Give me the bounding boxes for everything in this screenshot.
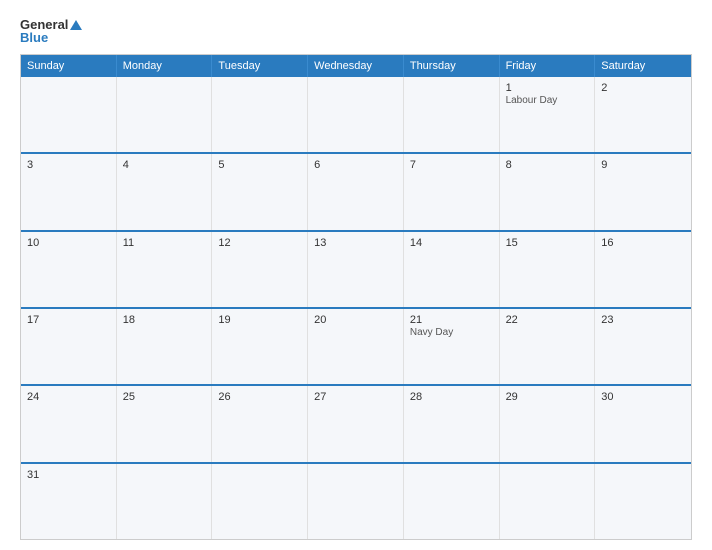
day-cell: 14 xyxy=(404,232,500,307)
day-cell: 17 xyxy=(21,309,117,384)
day-number: 11 xyxy=(123,237,206,249)
day-number: 3 xyxy=(27,159,110,171)
day-number: 31 xyxy=(27,469,110,481)
day-cell: 30 xyxy=(595,386,691,461)
day-number: 24 xyxy=(27,391,110,403)
day-number: 16 xyxy=(601,237,685,249)
logo-blue-text: Blue xyxy=(20,31,82,44)
day-cell: 19 xyxy=(212,309,308,384)
day-header-saturday: Saturday xyxy=(595,55,691,77)
day-number: 8 xyxy=(506,159,589,171)
week-row-1: 3456789 xyxy=(21,152,691,229)
day-cell: 8 xyxy=(500,154,596,229)
day-cell: 27 xyxy=(308,386,404,461)
day-number: 29 xyxy=(506,391,589,403)
day-number: 22 xyxy=(506,314,589,326)
day-cell: 1Labour Day xyxy=(500,77,596,152)
day-number: 23 xyxy=(601,314,685,326)
calendar-page: General Blue SundayMondayTuesdayWednesda… xyxy=(0,0,712,550)
day-cell: 9 xyxy=(595,154,691,229)
day-number: 12 xyxy=(218,237,301,249)
day-event: Labour Day xyxy=(506,95,558,106)
day-cell xyxy=(500,464,596,539)
day-cell: 26 xyxy=(212,386,308,461)
day-header-friday: Friday xyxy=(500,55,596,77)
day-cell: 25 xyxy=(117,386,213,461)
day-number: 13 xyxy=(314,237,397,249)
day-header-tuesday: Tuesday xyxy=(212,55,308,77)
week-row-3: 17 18 19 20 21Navy Day 22 23 xyxy=(21,307,691,384)
day-cell xyxy=(117,464,213,539)
day-cell xyxy=(21,77,117,152)
day-cell: 11 xyxy=(117,232,213,307)
day-cell xyxy=(595,464,691,539)
day-cell: 12 xyxy=(212,232,308,307)
day-number: 14 xyxy=(410,237,493,249)
day-number: 4 xyxy=(123,159,206,171)
day-number: 17 xyxy=(27,314,110,326)
day-number: 19 xyxy=(218,314,301,326)
day-headers-row: SundayMondayTuesdayWednesdayThursdayFrid… xyxy=(21,55,691,77)
day-cell: 5 xyxy=(212,154,308,229)
day-cell xyxy=(404,77,500,152)
day-header-monday: Monday xyxy=(117,55,213,77)
day-cell: 6 xyxy=(308,154,404,229)
day-number: 18 xyxy=(123,314,206,326)
day-cell: 16 xyxy=(595,232,691,307)
day-number: 6 xyxy=(314,159,397,171)
day-cell xyxy=(308,464,404,539)
day-cell: 28 xyxy=(404,386,500,461)
day-cell xyxy=(212,464,308,539)
day-number: 9 xyxy=(601,159,685,171)
week-row-2: 10 11 12 13 14 15 16 xyxy=(21,230,691,307)
day-cell: 24 xyxy=(21,386,117,461)
day-header-wednesday: Wednesday xyxy=(308,55,404,77)
week-row-5: 31 xyxy=(21,462,691,539)
calendar-grid: SundayMondayTuesdayWednesdayThursdayFrid… xyxy=(20,54,692,540)
day-number: 10 xyxy=(27,237,110,249)
week-row-4: 24 25 26 27 28 29 30 xyxy=(21,384,691,461)
day-event: Navy Day xyxy=(410,327,453,338)
day-number: 28 xyxy=(410,391,493,403)
day-cell: 2 xyxy=(595,77,691,152)
weeks-container: 1Labour Day23456789101112131415161718192… xyxy=(21,77,691,539)
day-cell xyxy=(117,77,213,152)
day-number: 25 xyxy=(123,391,206,403)
day-number: 30 xyxy=(601,391,685,403)
day-cell: 20 xyxy=(308,309,404,384)
day-number: 5 xyxy=(218,159,301,171)
day-cell xyxy=(404,464,500,539)
day-header-sunday: Sunday xyxy=(21,55,117,77)
day-number: 20 xyxy=(314,314,397,326)
logo: General Blue xyxy=(20,18,82,44)
day-number: 21 xyxy=(410,314,493,326)
day-header-thursday: Thursday xyxy=(404,55,500,77)
day-number: 27 xyxy=(314,391,397,403)
day-cell: 22 xyxy=(500,309,596,384)
day-cell: 13 xyxy=(308,232,404,307)
day-cell: 18 xyxy=(117,309,213,384)
day-number: 26 xyxy=(218,391,301,403)
day-number: 7 xyxy=(410,159,493,171)
day-cell: 4 xyxy=(117,154,213,229)
logo-triangle-icon xyxy=(70,20,82,30)
day-number: 2 xyxy=(601,82,685,94)
day-cell: 23 xyxy=(595,309,691,384)
day-number: 15 xyxy=(506,237,589,249)
day-cell xyxy=(308,77,404,152)
day-cell: 15 xyxy=(500,232,596,307)
day-cell: 31 xyxy=(21,464,117,539)
day-cell: 3 xyxy=(21,154,117,229)
week-row-0: 1Labour Day 2 xyxy=(21,77,691,152)
day-cell xyxy=(212,77,308,152)
day-number: 1 xyxy=(506,82,589,94)
day-cell: 21Navy Day xyxy=(404,309,500,384)
day-cell: 7 xyxy=(404,154,500,229)
day-cell: 29 xyxy=(500,386,596,461)
day-cell: 10 xyxy=(21,232,117,307)
header: General Blue xyxy=(20,18,692,44)
